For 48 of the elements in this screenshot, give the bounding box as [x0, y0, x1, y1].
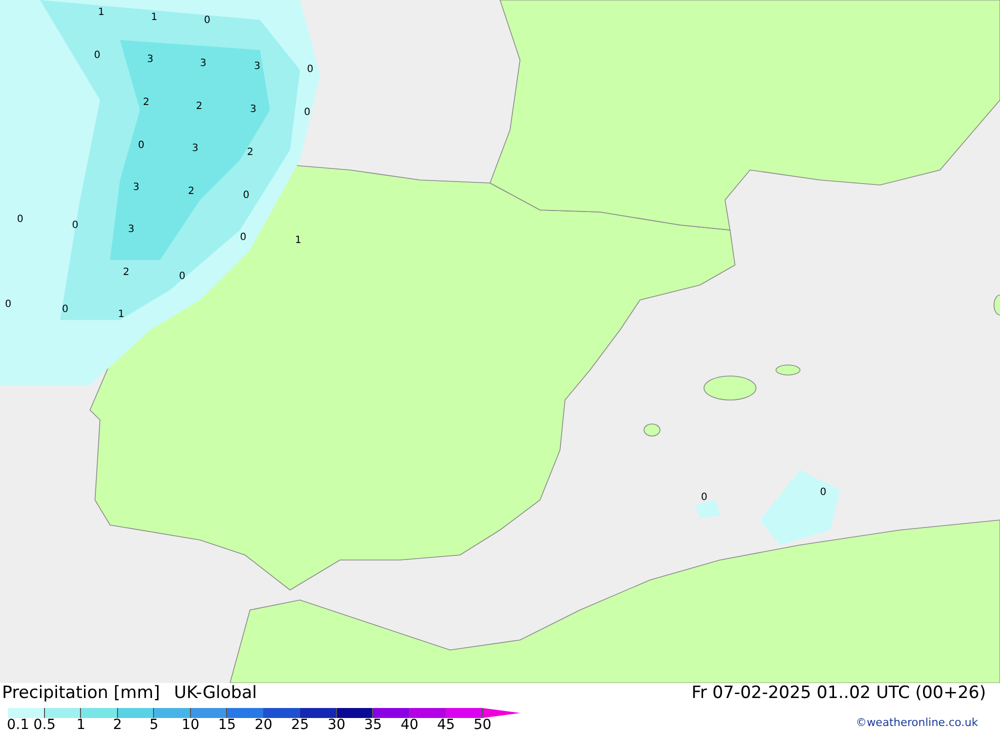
- contour-label: 3: [200, 59, 206, 69]
- contour-label: 0: [820, 488, 826, 498]
- contour-label: 3: [192, 144, 198, 154]
- scale-label: 10: [182, 718, 200, 732]
- scale-label: 45: [437, 718, 455, 732]
- contour-label: 3: [133, 183, 140, 193]
- scale-label: 35: [364, 718, 382, 732]
- contour-label: 0: [62, 305, 68, 315]
- contour-label: 1: [295, 236, 302, 246]
- contour-label: 2: [247, 148, 254, 158]
- contour-label: 2: [196, 102, 202, 112]
- contour-label: 0: [94, 51, 100, 61]
- contour-label: 2: [143, 98, 150, 108]
- contour-label: 0: [701, 493, 708, 503]
- valid-time: Fr 07-02-2025 01..02 UTC (00+26): [692, 685, 986, 702]
- scale-label: 2: [113, 718, 122, 732]
- scale-label: 50: [474, 718, 492, 732]
- contour-label: 0: [304, 108, 310, 118]
- contour-label: 2: [188, 187, 194, 197]
- contour-label: 3: [254, 62, 260, 72]
- contour-label: 0: [240, 233, 246, 243]
- scale-label: 5: [150, 718, 158, 732]
- scale-label: 20: [254, 718, 272, 732]
- scale-label: 15: [218, 718, 236, 732]
- contour-label: 0: [72, 221, 78, 231]
- contour-label: 0: [243, 191, 250, 201]
- contour-label: 0: [138, 141, 144, 151]
- contour-label: 3: [250, 105, 256, 115]
- scale-label: 25: [291, 718, 309, 732]
- legend-title: Precipitation [mm]: [2, 685, 160, 702]
- contour-label: 0: [307, 65, 314, 75]
- scale-label: 0.1: [6, 718, 30, 732]
- contour-label: 2: [123, 268, 130, 278]
- scale-label: 0.5: [33, 718, 56, 732]
- contour-label: 1: [151, 13, 158, 23]
- contour-label: 1: [118, 310, 124, 320]
- contour-label: 0: [179, 272, 186, 282]
- model-name: UK-Global: [174, 685, 257, 702]
- contour-label: 0: [17, 215, 24, 225]
- scale-label: 40: [400, 718, 418, 732]
- scale-label: 30: [328, 718, 346, 732]
- credit-text: ©weatheronline.co.uk: [856, 717, 978, 728]
- contour-label: 0: [204, 16, 210, 26]
- contour-label: 3: [128, 225, 134, 235]
- contour-label: 3: [147, 55, 154, 65]
- scale-label: 1: [76, 718, 86, 732]
- contour-label: 0: [5, 300, 12, 310]
- contour-label: 1: [98, 8, 104, 18]
